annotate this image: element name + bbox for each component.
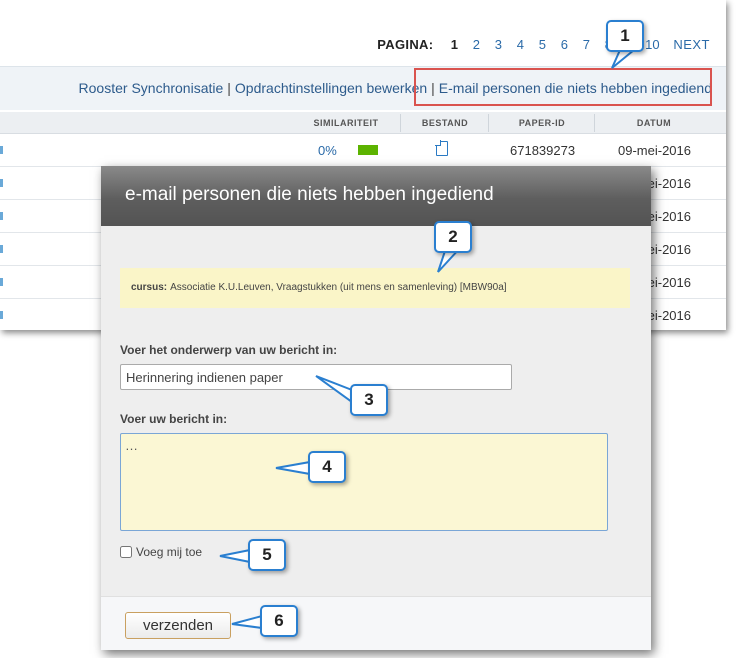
callout-4: 4 xyxy=(308,451,346,483)
callout-pointer-5 xyxy=(219,548,251,564)
callout-pointer-3 xyxy=(315,375,353,404)
callout-5: 5 xyxy=(248,539,286,571)
callout-2: 2 xyxy=(434,221,472,253)
callout-pointer-4 xyxy=(275,460,311,476)
callout-pointer-1 xyxy=(611,49,637,69)
callout-3: 3 xyxy=(350,384,388,416)
callout-pointers xyxy=(219,49,637,630)
callout-6: 6 xyxy=(260,605,298,637)
callout-pointer-6 xyxy=(231,614,263,630)
callout-1: 1 xyxy=(606,20,644,52)
